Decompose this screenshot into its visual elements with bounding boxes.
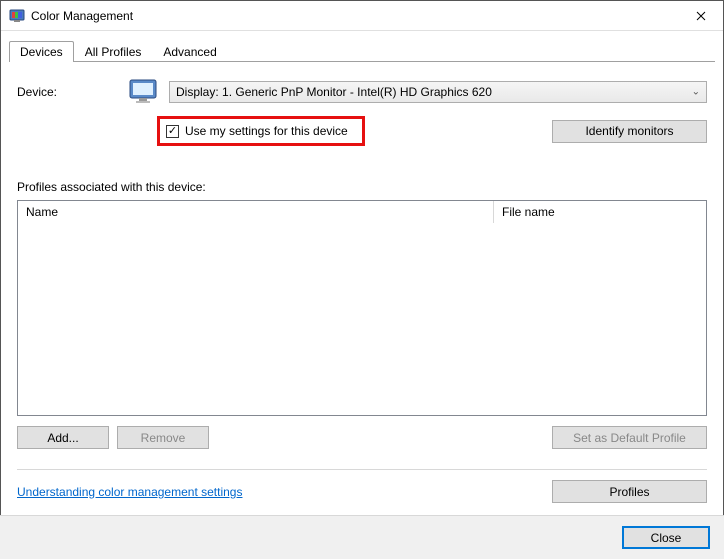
remove-button[interactable]: Remove <box>117 426 209 449</box>
remove-button-label: Remove <box>141 431 186 445</box>
profile-buttons-row: Add... Remove Set as Default Profile <box>17 426 707 449</box>
profiles-list[interactable]: Name File name <box>17 200 707 416</box>
highlight-annotation: ✓ Use my settings for this device <box>157 116 365 146</box>
app-icon <box>9 8 25 24</box>
tab-all-profiles-label: All Profiles <box>85 45 142 59</box>
use-my-settings-checkbox[interactable]: ✓ Use my settings for this device <box>162 120 356 142</box>
help-link-label: Understanding color management settings <box>17 485 242 499</box>
checkbox-icon: ✓ <box>166 125 179 138</box>
add-button-label: Add... <box>47 431 78 445</box>
device-label: Device: <box>17 85 117 99</box>
column-header-filename-label: File name <box>502 205 555 219</box>
tab-all-profiles[interactable]: All Profiles <box>74 41 153 62</box>
close-button-label: Close <box>651 531 682 545</box>
column-header-name[interactable]: Name <box>18 201 494 223</box>
chevron-down-icon: ⌄ <box>692 87 700 98</box>
tab-content-devices: Device: Display: 1. Generic PnP Monitor … <box>1 62 723 513</box>
window-title: Color Management <box>31 9 678 23</box>
tab-advanced[interactable]: Advanced <box>152 41 227 62</box>
footer-row: Understanding color management settings … <box>17 480 707 503</box>
tabstrip: Devices All Profiles Advanced <box>1 31 723 62</box>
device-dropdown[interactable]: Display: 1. Generic PnP Monitor - Intel(… <box>169 81 707 103</box>
titlebar: Color Management <box>1 1 723 31</box>
device-dropdown-value: Display: 1. Generic PnP Monitor - Intel(… <box>176 85 492 99</box>
window-close-button[interactable] <box>678 1 723 31</box>
profiles-button[interactable]: Profiles <box>552 480 707 503</box>
tab-devices[interactable]: Devices <box>9 41 74 62</box>
tab-advanced-label: Advanced <box>163 45 216 59</box>
profiles-heading: Profiles associated with this device: <box>17 180 707 194</box>
divider <box>17 469 707 470</box>
set-default-profile-button[interactable]: Set as Default Profile <box>552 426 707 449</box>
use-my-settings-label: Use my settings for this device <box>185 124 348 138</box>
close-button[interactable]: Close <box>622 526 710 549</box>
set-default-profile-label: Set as Default Profile <box>573 431 686 445</box>
settings-row: ✓ Use my settings for this device Identi… <box>17 116 707 146</box>
dialog-footer: Close <box>0 515 724 559</box>
identify-monitors-button[interactable]: Identify monitors <box>552 120 707 143</box>
column-header-filename[interactable]: File name <box>494 201 706 223</box>
profiles-button-label: Profiles <box>609 485 649 499</box>
monitor-icon <box>127 76 159 108</box>
tab-devices-label: Devices <box>20 45 63 59</box>
add-button[interactable]: Add... <box>17 426 109 449</box>
identify-monitors-label: Identify monitors <box>585 124 673 138</box>
help-link[interactable]: Understanding color management settings <box>17 485 242 499</box>
profiles-header: Name File name <box>18 201 706 223</box>
column-header-name-label: Name <box>26 205 58 219</box>
device-row: Device: Display: 1. Generic PnP Monitor … <box>17 76 707 108</box>
